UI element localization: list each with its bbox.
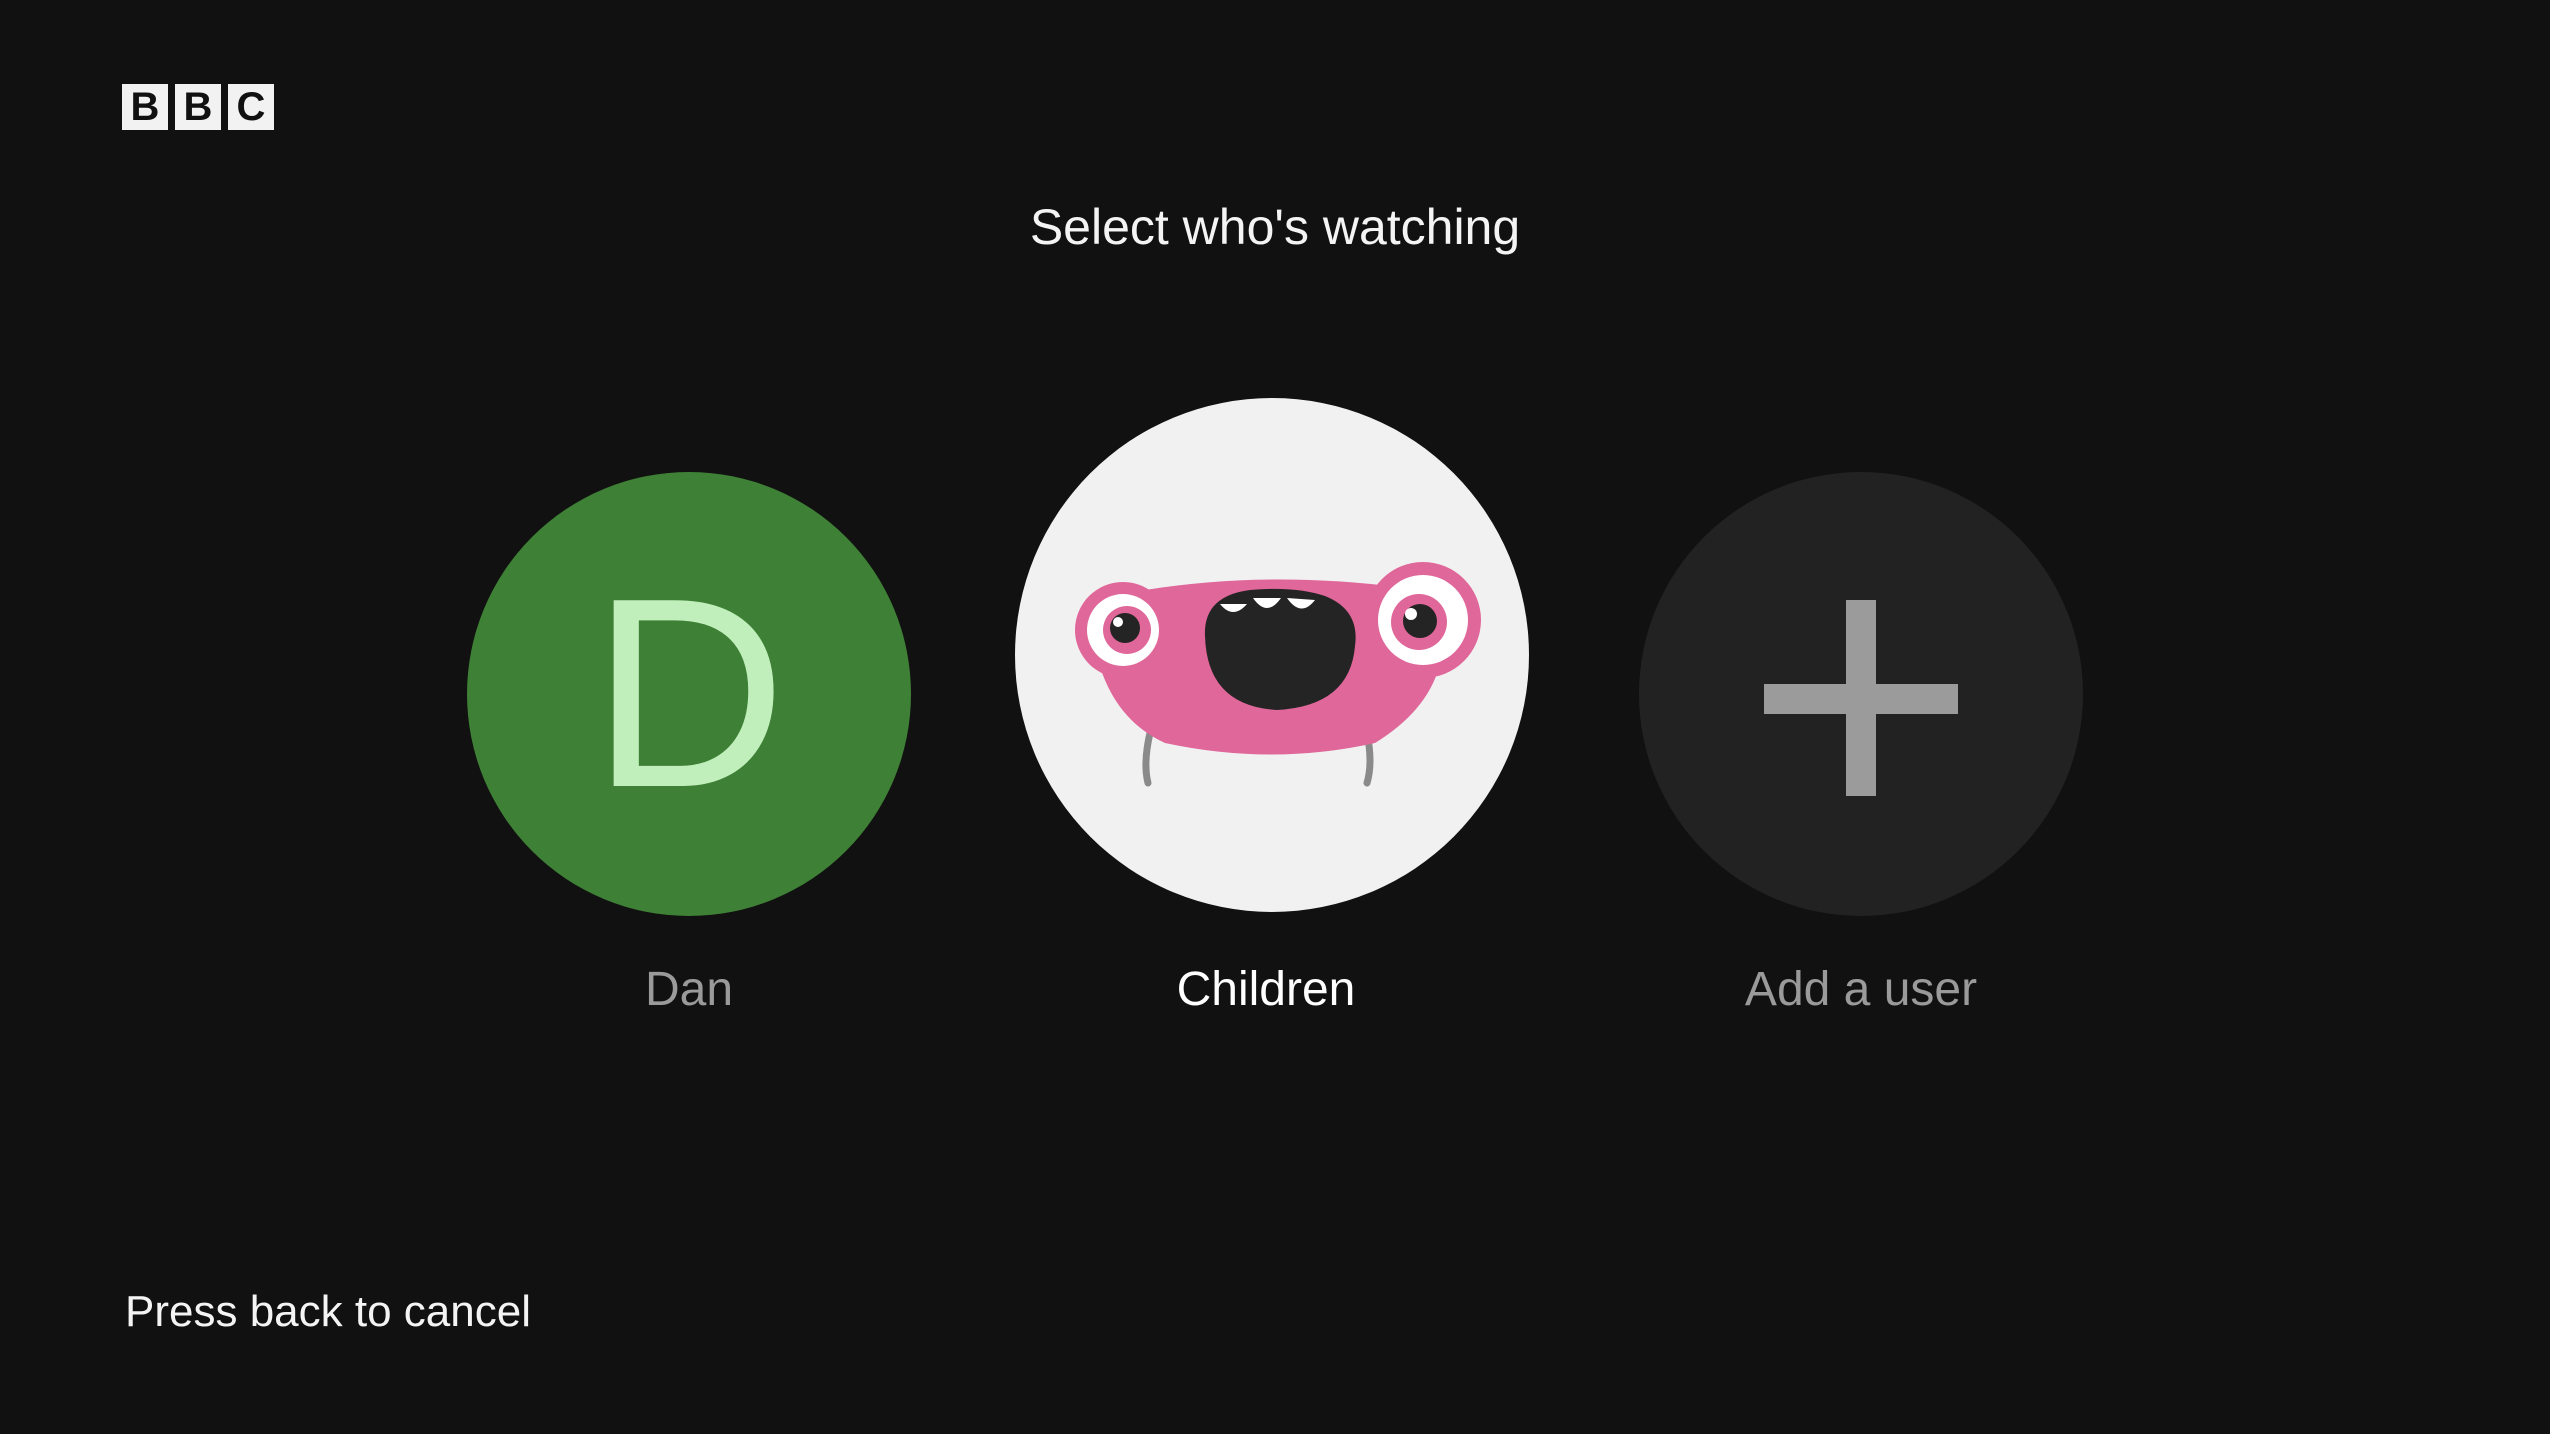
profile-dan-label[interactable]: Dan [389,962,989,1017]
profile-dan-avatar[interactable]: D [467,472,911,916]
logo-letter: B [175,84,221,130]
back-hint: Press back to cancel [125,1287,531,1336]
add-user-label[interactable]: Add a user [1561,962,2161,1017]
logo-letter: B [122,84,168,130]
page-title: Select who's watching [1029,199,1521,255]
add-user-button[interactable] [1639,472,2083,916]
plus-icon-horizontal [1764,684,1958,714]
profile-children-avatar[interactable] [1015,398,1529,912]
profile-children-label[interactable]: Children [966,962,1566,1017]
bbc-logo: B B C [122,84,274,130]
logo-letter: C [228,84,274,130]
monster-icon [1075,562,1481,787]
profile-initial: D [591,543,787,844]
